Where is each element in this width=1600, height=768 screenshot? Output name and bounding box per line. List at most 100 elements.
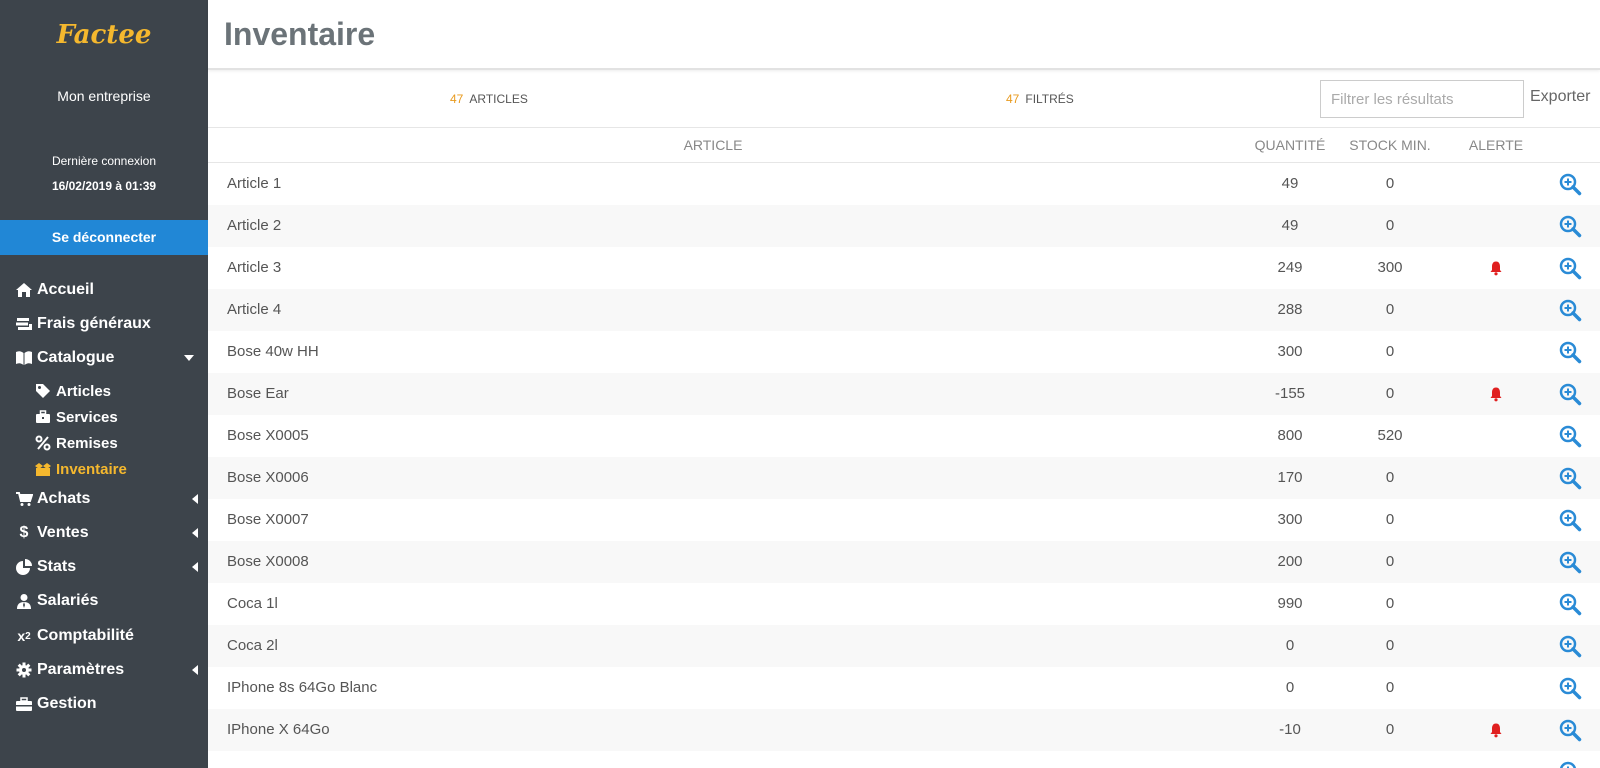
cell-quantity: -155 [1250,385,1330,402]
briefcase-icon [34,408,52,426]
sidebar-item-services[interactable]: Services [34,406,118,428]
cell-stock-min: 0 [1350,469,1430,486]
cell-article: Article 1 [227,175,281,192]
zoom-in-icon[interactable] [1558,424,1582,448]
table-row: IPhone 8s 64Go Blanc00 [208,667,1600,709]
sidebar: Factee Mon entreprise Dernière connexion… [0,0,208,768]
zoom-in-icon[interactable] [1558,298,1582,322]
last-login-date: 16/02/2019 à 01:39 [0,179,208,193]
cell-stock-min: 0 [1350,721,1430,738]
cell-article: Bose Ear [227,385,289,402]
table-row: Bose X00061700 [208,457,1600,499]
cell-quantity: 249 [1250,259,1330,276]
column-header-article[interactable]: ARTICLE [638,137,788,153]
cell-quantity: 49 [1250,217,1330,234]
articles-count-label: ARTICLES [469,92,527,106]
money-stack-icon [14,314,34,334]
cell-stock-min: 0 [1350,175,1430,192]
table-row: Article 1 49 0 [208,163,1600,205]
export-button[interactable]: Exporter [1530,88,1590,106]
nav-item-salaries[interactable]: Salariés [14,589,204,613]
cell-article: Bose X0005 [227,427,309,444]
zoom-in-icon[interactable] [1558,466,1582,490]
percent-icon [34,434,52,452]
cell-quantity: 170 [1250,469,1330,486]
nav-item-gestion[interactable]: Gestion [14,692,204,716]
zoom-in-icon[interactable] [1558,340,1582,364]
cell-article: IPhone X 64Go [227,721,330,738]
tag-icon [34,382,52,400]
nav-item-label: Achats [37,490,90,508]
nav-item-parametres[interactable]: Paramètres [14,658,204,682]
sidebar-item-label: Inventaire [56,461,127,478]
zoom-in-icon[interactable] [1558,256,1582,280]
cell-stock-min: 0 [1350,679,1430,696]
table-row: Article 2 49 0 [208,205,1600,247]
home-icon [14,280,34,300]
table-body: Article 1490Article 2490Article 3249300A… [208,163,1600,768]
inventory-table: ARTICLE QUANTITÉ STOCK MIN. ALERTE Artic… [208,128,1600,768]
cell-stock-min: 0 [1350,595,1430,612]
zoom-in-icon[interactable] [1558,382,1582,406]
logout-button[interactable]: Se déconnecter [0,220,208,255]
zoom-in-icon[interactable] [1558,676,1582,700]
nav-item-achats[interactable]: Achats [14,487,204,511]
nav-item-ventes[interactable]: $ Ventes [14,521,204,545]
toolbox-icon [14,694,34,714]
chevron-left-icon [192,494,198,504]
zoom-in-icon[interactable] [1558,172,1582,196]
column-header-stock-min[interactable]: STOCK MIN. [1330,137,1450,153]
articles-count-value: 47 [450,92,463,106]
cell-stock-min: 0 [1350,553,1430,570]
zoom-in-icon[interactable] [1558,592,1582,616]
app-logo[interactable]: Factee [0,20,208,50]
filter-input[interactable] [1320,80,1524,118]
cell-stock-min: 0 [1350,301,1430,318]
cell-stock-min: 300 [1350,259,1430,276]
sidebar-item-remises[interactable]: Remises [34,432,118,454]
cell-article: Bose 40w HH [227,343,319,360]
sidebar-item-inventaire[interactable]: Inventaire [34,458,127,480]
zoom-in-icon[interactable] [1558,760,1582,768]
cell-quantity: -10 [1250,721,1330,738]
book-icon [14,348,34,368]
nav-item-label: Comptabilité [37,627,134,645]
user-tie-icon [14,591,34,611]
cell-article: IPhone 8s 64Go Blanc [227,679,377,696]
zoom-in-icon[interactable] [1558,550,1582,574]
nav-item-accueil[interactable]: Accueil [14,278,204,302]
nav-item-comptabilite[interactable]: x2 Comptabilité [14,624,204,648]
cell-quantity: 49 [1250,175,1330,192]
cell-quantity: 990 [1250,595,1330,612]
cell-stock-min: 0 [1350,217,1430,234]
zoom-in-icon[interactable] [1558,214,1582,238]
table-row: Article 42880 [208,289,1600,331]
table-row: Coca 1l9900 [208,583,1600,625]
nav-item-frais[interactable]: Frais généraux [14,312,204,336]
nav-item-label: Accueil [37,281,94,299]
table-row: Article 3249300 [208,247,1600,289]
nav-item-label: Ventes [37,524,89,542]
bell-icon [1488,260,1504,276]
zoom-in-icon[interactable] [1558,718,1582,742]
sidebar-item-label: Articles [56,383,111,400]
table-header: ARTICLE QUANTITÉ STOCK MIN. ALERTE [208,128,1600,163]
table-row: Bose 40w HH3000 [208,331,1600,373]
zoom-in-icon[interactable] [1558,508,1582,532]
nav-item-catalogue[interactable]: Catalogue [14,346,204,370]
nav-item-label: Gestion [37,695,97,713]
cell-article: Article 2 [227,217,281,234]
last-login-label: Dernière connexion [0,154,208,168]
company-name: Mon entreprise [0,88,208,104]
cell-article: Bose X0007 [227,511,309,528]
table-row: IPhone X 64Go -10 0 [208,709,1600,751]
dollar-icon: $ [14,523,34,543]
nav-item-stats[interactable]: Stats [14,555,204,579]
nav-item-label: Catalogue [37,349,114,367]
cell-stock-min: 0 [1350,385,1430,402]
zoom-in-icon[interactable] [1558,634,1582,658]
table-row: Bose X0005800520 [208,415,1600,457]
chevron-left-icon [192,562,198,572]
sidebar-item-articles[interactable]: Articles [34,380,111,402]
column-header-alert: ALERTE [1436,137,1556,153]
